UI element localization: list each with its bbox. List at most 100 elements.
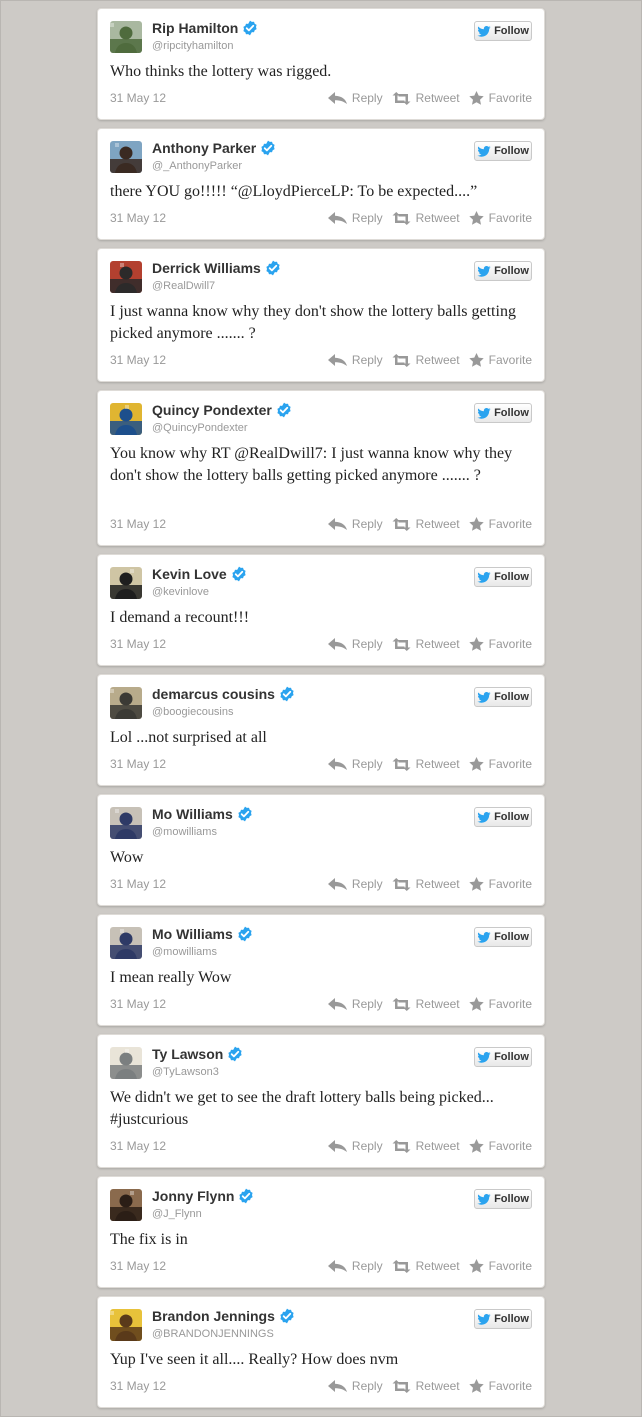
avatar[interactable]	[110, 807, 142, 839]
avatar-image	[110, 687, 142, 719]
follow-button[interactable]: Follow	[474, 403, 532, 423]
retweet-action[interactable]: Retweet	[392, 877, 460, 891]
reply-icon	[327, 998, 347, 1010]
author-name[interactable]: Anthony Parker	[152, 140, 256, 156]
favorite-action[interactable]: Favorite	[468, 517, 532, 531]
author-name[interactable]: Mo Williams	[152, 926, 233, 942]
author-name[interactable]: Quincy Pondexter	[152, 402, 272, 418]
author-name[interactable]: Rip Hamilton	[152, 20, 238, 36]
author-handle[interactable]: @ripcityhamilton	[152, 40, 233, 52]
reply-action[interactable]: Reply	[327, 91, 383, 105]
twitter-bird-icon	[477, 1313, 491, 1325]
tweet-card: Anthony Parker @_AnthonyParker Follow th…	[97, 128, 545, 240]
avatar[interactable]	[110, 1309, 142, 1341]
follow-button[interactable]: Follow	[474, 1309, 532, 1329]
timestamp[interactable]: 31 May 12	[110, 637, 166, 651]
reply-icon	[327, 1380, 347, 1392]
author-handle[interactable]: @TyLawson3	[152, 1066, 219, 1078]
avatar[interactable]	[110, 1189, 142, 1221]
avatar[interactable]	[110, 1047, 142, 1079]
reply-label: Reply	[351, 353, 383, 367]
reply-action[interactable]: Reply	[327, 1139, 383, 1153]
favorite-label: Favorite	[488, 353, 532, 367]
retweet-action[interactable]: Retweet	[392, 1259, 460, 1273]
avatar[interactable]	[110, 21, 142, 53]
tweet-actions: Reply Retweet Favorite	[319, 91, 532, 105]
author-handle[interactable]: @boogiecousins	[152, 706, 234, 718]
timestamp[interactable]: 31 May 12	[110, 757, 166, 771]
retweet-action[interactable]: Retweet	[392, 637, 460, 651]
retweet-action[interactable]: Retweet	[392, 353, 460, 367]
author-handle[interactable]: @BRANDONJENNINGS	[152, 1328, 274, 1340]
favorite-action[interactable]: Favorite	[468, 1259, 532, 1273]
favorite-action[interactable]: Favorite	[468, 997, 532, 1011]
timestamp[interactable]: 31 May 12	[110, 211, 166, 225]
author-name[interactable]: Derrick Williams	[152, 260, 261, 276]
avatar[interactable]	[110, 687, 142, 719]
favorite-action[interactable]: Favorite	[468, 1379, 532, 1393]
reply-action[interactable]: Reply	[327, 1259, 383, 1273]
reply-action[interactable]: Reply	[327, 1379, 383, 1393]
favorite-action[interactable]: Favorite	[468, 211, 532, 225]
favorite-action[interactable]: Favorite	[468, 91, 532, 105]
timestamp[interactable]: 31 May 12	[110, 1139, 166, 1153]
follow-button[interactable]: Follow	[474, 567, 532, 587]
timestamp[interactable]: 31 May 12	[110, 1259, 166, 1273]
retweet-action[interactable]: Retweet	[392, 1379, 460, 1393]
author-name[interactable]: Mo Williams	[152, 806, 233, 822]
favorite-action[interactable]: Favorite	[468, 757, 532, 771]
avatar[interactable]	[110, 927, 142, 959]
author-name[interactable]: Jonny Flynn	[152, 1188, 234, 1204]
author-handle[interactable]: @kevinlove	[152, 586, 209, 598]
favorite-action[interactable]: Favorite	[468, 353, 532, 367]
reply-action[interactable]: Reply	[327, 757, 383, 771]
retweet-action[interactable]: Retweet	[392, 517, 460, 531]
tweet-text: Wow	[110, 849, 144, 866]
reply-action[interactable]: Reply	[327, 637, 383, 651]
follow-button[interactable]: Follow	[474, 807, 532, 827]
author-handle[interactable]: @QuincyPondexter	[152, 422, 248, 434]
avatar[interactable]	[110, 567, 142, 599]
author-name[interactable]: Ty Lawson	[152, 1046, 223, 1062]
star-icon	[468, 91, 484, 105]
timestamp[interactable]: 31 May 12	[110, 91, 166, 105]
favorite-action[interactable]: Favorite	[468, 637, 532, 651]
reply-action[interactable]: Reply	[327, 517, 383, 531]
avatar[interactable]	[110, 403, 142, 435]
follow-button[interactable]: Follow	[474, 261, 532, 281]
retweet-action[interactable]: Retweet	[392, 91, 460, 105]
retweet-action[interactable]: Retweet	[392, 211, 460, 225]
author-handle[interactable]: @mowilliams	[152, 946, 217, 958]
follow-button[interactable]: Follow	[474, 21, 532, 41]
follow-button[interactable]: Follow	[474, 141, 532, 161]
timestamp[interactable]: 31 May 12	[110, 997, 166, 1011]
author-handle[interactable]: @J_Flynn	[152, 1208, 202, 1220]
favorite-action[interactable]: Favorite	[468, 1139, 532, 1153]
author-name[interactable]: Kevin Love	[152, 566, 227, 582]
retweet-action[interactable]: Retweet	[392, 997, 460, 1011]
retweet-action[interactable]: Retweet	[392, 757, 460, 771]
timestamp[interactable]: 31 May 12	[110, 353, 166, 367]
follow-button[interactable]: Follow	[474, 1189, 532, 1209]
timestamp[interactable]: 31 May 12	[110, 517, 166, 531]
follow-button[interactable]: Follow	[474, 927, 532, 947]
author-handle[interactable]: @_AnthonyParker	[152, 160, 242, 172]
avatar[interactable]	[110, 261, 142, 293]
reply-action[interactable]: Reply	[327, 877, 383, 891]
tweet-text: The fix is in	[110, 1231, 188, 1248]
retweet-action[interactable]: Retweet	[392, 1139, 460, 1153]
avatar[interactable]	[110, 141, 142, 173]
reply-action[interactable]: Reply	[327, 997, 383, 1011]
author-name[interactable]: demarcus cousins	[152, 686, 275, 702]
author-name[interactable]: Brandon Jennings	[152, 1308, 275, 1324]
author-handle[interactable]: @mowilliams	[152, 826, 217, 838]
timestamp[interactable]: 31 May 12	[110, 877, 166, 891]
timestamp[interactable]: 31 May 12	[110, 1379, 166, 1393]
author-handle[interactable]: @RealDwill7	[152, 280, 215, 292]
reply-action[interactable]: Reply	[327, 353, 383, 367]
follow-button[interactable]: Follow	[474, 1047, 532, 1067]
reply-action[interactable]: Reply	[327, 211, 383, 225]
star-icon	[468, 757, 484, 771]
follow-button[interactable]: Follow	[474, 687, 532, 707]
favorite-action[interactable]: Favorite	[468, 877, 532, 891]
